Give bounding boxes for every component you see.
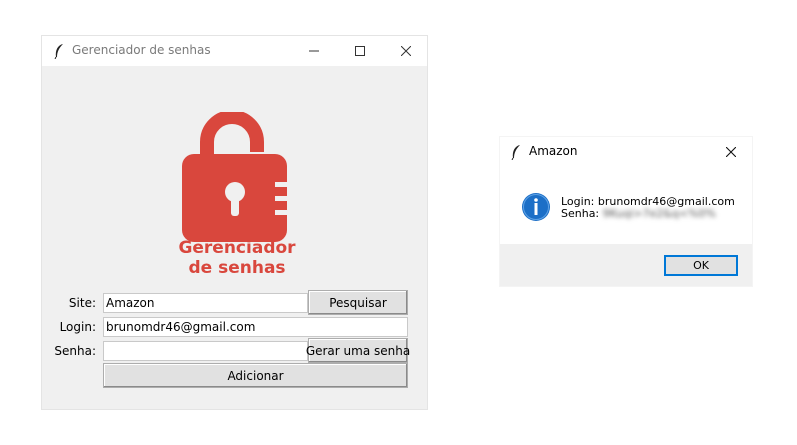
dialog-footer: OK (500, 244, 752, 286)
logo-title-line2: de senhas (188, 258, 286, 278)
info-icon (522, 193, 550, 221)
dialog-title-bar[interactable]: Amazon (500, 137, 752, 167)
dialog-close-button[interactable] (714, 137, 748, 167)
password-label: Senha: (54, 344, 96, 358)
close-icon (726, 147, 736, 157)
ok-button[interactable]: OK (664, 255, 738, 276)
maximize-button[interactable] (337, 36, 383, 66)
minimize-icon (309, 50, 319, 52)
add-button[interactable]: Adicionar (103, 363, 408, 388)
search-button[interactable]: Pesquisar (308, 290, 408, 315)
dialog-title: Amazon (529, 144, 578, 158)
minimize-button[interactable] (291, 36, 337, 66)
title-bar[interactable]: Gerenciador de senhas (42, 36, 427, 67)
close-icon (401, 46, 411, 56)
site-label: Site: (68, 296, 96, 310)
login-input[interactable]: brunomdr46@gmail.com (103, 317, 408, 337)
dialog-password-line: Senha: 9Kuqi>7e2&q<%0% (561, 208, 716, 220)
logo-title-line1: Gerenciador (178, 238, 296, 258)
dialog-password-label: Senha: (561, 207, 600, 220)
site-input[interactable]: Amazon (103, 293, 308, 313)
window-title: Gerenciador de senhas (72, 43, 211, 57)
login-label: Login: (59, 320, 96, 334)
password-input[interactable] (103, 341, 308, 361)
feather-icon (54, 44, 63, 59)
info-dialog: Amazon Login: brunomdr46@gmail.com Senha… (499, 136, 753, 287)
dialog-password-value: 9Kuqi>7e2&q<%0% (602, 207, 716, 220)
main-window: Gerenciador de senhas Gerenciador de sen… (41, 35, 428, 410)
maximize-icon (355, 46, 365, 56)
close-button[interactable] (383, 36, 429, 66)
feather-icon (511, 145, 520, 160)
generate-password-button[interactable]: Gerar uma senha (306, 338, 410, 363)
